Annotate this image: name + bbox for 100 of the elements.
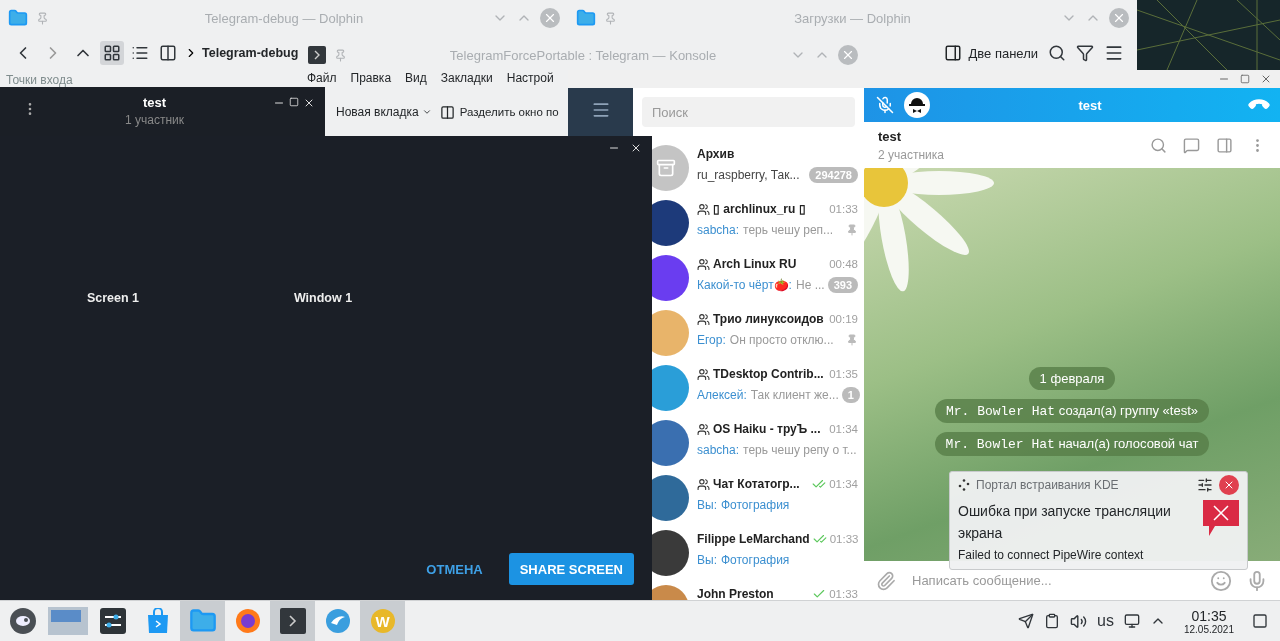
terminal-icon xyxy=(308,46,326,64)
search-field[interactable]: Поиск xyxy=(642,97,855,127)
chat-time: 01:35 xyxy=(829,368,858,380)
voice-chat-title: test xyxy=(142,95,167,110)
split-view-button[interactable]: Две панели xyxy=(941,41,1041,65)
folder-icon xyxy=(8,8,28,28)
chat-preview: sabcha: терь чешу репу о т... xyxy=(697,443,858,457)
chat-name: ▯ archlinux_ru ▯ xyxy=(713,202,807,216)
close-icon xyxy=(841,48,855,62)
clipboard-icon[interactable] xyxy=(1044,613,1061,629)
chat-name: OS Haiku - труЪ ... xyxy=(713,422,822,436)
maximize-icon xyxy=(289,97,299,107)
bowler-hat-avatar xyxy=(904,92,930,118)
chat-name: Чат Котатогр... xyxy=(713,477,801,491)
notification-body: Failed to connect PipeWire context xyxy=(958,548,1145,562)
maximize-icon[interactable] xyxy=(1240,74,1250,84)
chat-preview: Алексей: Так клиент же... xyxy=(697,388,839,402)
member-count: 2 участника xyxy=(878,147,944,162)
menu-item[interactable]: Правка xyxy=(350,71,392,85)
notification-title: Ошибка при запуске трансляции экрана xyxy=(958,502,1172,543)
service-message: Mr. Bowler Hat начал(а) голосовой чат xyxy=(934,432,1210,456)
chat-time: 00:19 xyxy=(829,313,858,325)
icons-view-button[interactable] xyxy=(100,41,124,65)
close-icon[interactable] xyxy=(1260,73,1272,85)
volume-icon[interactable] xyxy=(1070,612,1088,630)
menu-item[interactable]: Файл xyxy=(307,71,337,85)
sliders-icon xyxy=(99,608,126,634)
terminal-icon xyxy=(279,608,306,634)
menu-item[interactable]: Настрой xyxy=(506,71,554,85)
unread-count: 1 xyxy=(841,387,860,403)
mic-off-icon[interactable] xyxy=(876,96,894,114)
close-icon xyxy=(1112,11,1126,25)
spinner-icon xyxy=(958,479,970,491)
chat-time: 01:33 xyxy=(829,588,858,600)
start-menu-icon xyxy=(8,607,37,635)
screen-source-option[interactable]: Window 1 xyxy=(287,286,359,310)
chat-time: 01:34 xyxy=(829,478,858,490)
globe-icon xyxy=(234,608,261,634)
places-panel-title: Точки входа xyxy=(6,73,73,87)
menu-item[interactable]: Вид xyxy=(405,71,427,85)
chat-preview: Вы: Фотография xyxy=(697,553,791,567)
chat-time: 01:33 xyxy=(829,533,859,545)
caret-icon xyxy=(421,107,432,117)
folder-icon xyxy=(576,8,596,28)
new-tab-button[interactable]: Новая вкладка xyxy=(333,102,435,122)
chat-name: Arch Linux RU xyxy=(713,257,798,271)
app-logo-icon: W xyxy=(370,609,395,633)
window-title: Загрузки — Dolphin xyxy=(794,10,911,26)
clock[interactable]: 01:35 12.05.2021 xyxy=(1183,607,1234,635)
split-view-button[interactable]: Разделить окно по xyxy=(436,101,562,123)
cancel-button[interactable]: ОТМЕНА xyxy=(418,555,491,583)
chat-preview: Егор: Он просто отклю... xyxy=(697,333,835,347)
chat-name: Трио линуксоидов xyxy=(713,312,825,326)
close-icon xyxy=(630,142,642,154)
send-icon[interactable] xyxy=(1018,613,1035,629)
close-icon xyxy=(543,11,557,25)
chat-time: 00:48 xyxy=(829,258,858,270)
window-title: TelegramForcePortable : Telegram — Konsole xyxy=(449,47,717,63)
chat-time: 01:34 xyxy=(829,423,858,435)
chat-name: TDesktop Contrib... xyxy=(713,367,825,381)
search-icon xyxy=(1048,44,1066,62)
chat-preview: Какой-то чёрт🍅: Не ... xyxy=(697,278,825,292)
search-icon[interactable] xyxy=(1150,136,1167,154)
chat-name: Архив xyxy=(697,147,736,161)
columns-icon xyxy=(439,104,455,120)
participant-count: 1 участник xyxy=(125,113,184,127)
error-icon xyxy=(1203,500,1239,536)
folder-icon xyxy=(188,607,217,635)
unread-count: 294278 xyxy=(809,167,858,183)
sidebar-icon[interactable] xyxy=(1216,136,1233,154)
grid-icon xyxy=(103,44,121,62)
call-title: test xyxy=(1077,97,1103,113)
maximize-button[interactable] xyxy=(287,95,301,109)
chat-preview: ru_raspberry, Так... xyxy=(697,168,801,182)
notification-app-name: Портал встраивания KDE xyxy=(976,478,1120,492)
emoji-icon[interactable] xyxy=(1210,569,1232,592)
keyboard-layout[interactable]: us xyxy=(1097,612,1114,630)
date-separator: 1 февраля xyxy=(1028,367,1116,390)
filter-icon xyxy=(1076,44,1094,62)
service-message: Mr. Bowler Hat создал(а) группу «test» xyxy=(934,399,1210,423)
taskbar-item[interactable] xyxy=(270,601,315,641)
settings-icon[interactable] xyxy=(1197,477,1213,493)
show-desktop-icon[interactable] xyxy=(1252,613,1268,629)
chat-name: John Preston xyxy=(697,587,775,600)
unread-count: 393 xyxy=(827,277,858,293)
screen-source-option[interactable]: Screen 1 xyxy=(80,286,146,310)
attach-icon[interactable] xyxy=(876,570,896,591)
chat-title: test xyxy=(878,128,902,144)
network-icon[interactable] xyxy=(1123,613,1140,629)
bird-icon xyxy=(324,608,351,634)
columns-icon xyxy=(159,44,177,62)
breadcrumb[interactable]: Telegram-debug xyxy=(202,46,299,60)
archive-icon xyxy=(656,157,676,178)
close-icon xyxy=(303,97,315,109)
menu-item[interactable]: Закладки xyxy=(440,71,493,85)
message-input[interactable]: Написать сообщение... xyxy=(910,572,1196,589)
chat-preview: sabcha: терь чешу реп... xyxy=(697,223,835,237)
window-title: Telegram-debug — Dolphin xyxy=(204,10,364,26)
chat-name: Filippe LeMarchand xyxy=(697,532,810,546)
desktop-pager-icon xyxy=(47,606,88,636)
